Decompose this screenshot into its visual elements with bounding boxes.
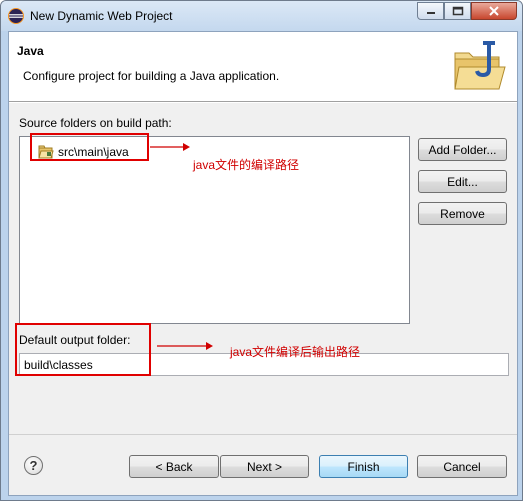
back-button[interactable]: < Back	[129, 455, 219, 478]
banner-separator	[9, 102, 517, 103]
cancel-button[interactable]: Cancel	[417, 455, 507, 478]
source-folders-label: Source folders on build path:	[19, 116, 172, 130]
source-arrow-icon	[150, 143, 190, 151]
remove-button[interactable]: Remove	[418, 202, 507, 225]
title-bar[interactable]: New Dynamic Web Project	[1, 1, 522, 31]
window-title: New Dynamic Web Project	[30, 9, 173, 23]
output-highlight-box	[15, 323, 151, 376]
help-icon[interactable]: ?	[24, 456, 43, 475]
source-highlight-box	[30, 133, 149, 161]
finish-button[interactable]: Finish	[319, 455, 408, 478]
edit-button[interactable]: Edit...	[418, 170, 507, 193]
eclipse-icon	[8, 8, 24, 24]
dialog-client: Java Configure project for building a Ja…	[8, 31, 518, 496]
minimize-button[interactable]	[417, 2, 444, 20]
output-arrow-icon	[157, 342, 213, 350]
next-button[interactable]: Next >	[220, 455, 309, 478]
source-annotation: java文件的编译路径	[193, 158, 300, 172]
java-folder-wizard-icon	[454, 41, 506, 90]
close-icon	[489, 6, 499, 16]
close-button[interactable]	[471, 2, 517, 20]
maximize-button[interactable]	[444, 2, 471, 20]
minimize-icon	[426, 12, 435, 14]
footer-separator	[9, 434, 517, 435]
dialog-window: New Dynamic Web Project Java Configure p…	[0, 0, 523, 501]
page-description: Configure project for building a Java ap…	[23, 69, 280, 83]
restore-icon	[452, 6, 463, 16]
output-annotation: java文件编译后输出路径	[230, 345, 361, 359]
wizard-banner: Java Configure project for building a Ja…	[9, 32, 517, 102]
page-title: Java	[17, 44, 44, 58]
add-folder-button[interactable]: Add Folder...	[418, 138, 507, 161]
